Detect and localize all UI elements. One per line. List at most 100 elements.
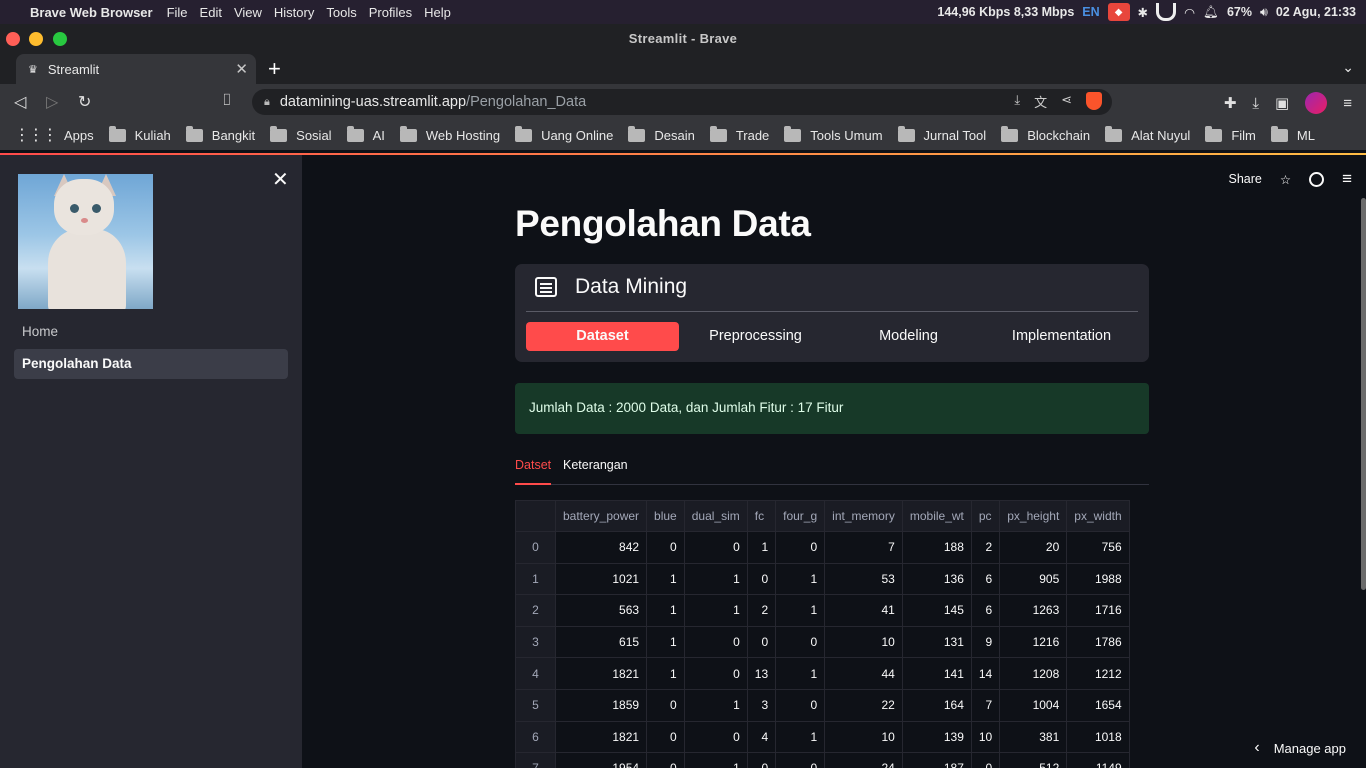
table-cell[interactable]: 1018 xyxy=(1066,720,1130,754)
table-cell[interactable]: 4 xyxy=(746,720,777,754)
nav-dataset[interactable]: Dataset xyxy=(526,322,679,351)
table-cell[interactable]: 1 xyxy=(775,720,826,754)
table-cell[interactable]: 10 xyxy=(970,720,1001,754)
table-cell[interactable]: 20 xyxy=(999,531,1068,564)
table-cell[interactable]: 10 xyxy=(824,625,903,659)
menu-profiles[interactable]: Profiles xyxy=(369,5,412,20)
sidebar-item-home[interactable]: Home xyxy=(14,317,288,347)
table-cell[interactable]: 0 xyxy=(746,752,777,768)
translate-icon[interactable]: 文 xyxy=(1034,92,1047,111)
menu-edit[interactable]: Edit xyxy=(200,5,222,20)
table-cell[interactable]: 0 xyxy=(775,625,826,659)
table-cell[interactable]: 0 xyxy=(775,688,826,722)
table-cell[interactable]: 53 xyxy=(824,562,903,596)
sidebar-item-pengolahan-data[interactable]: Pengolahan Data xyxy=(14,349,288,379)
bookmark-folder[interactable]: Kuliah xyxy=(108,125,171,143)
reload-icon[interactable]: ↻ xyxy=(78,92,91,112)
table-cell[interactable]: 1821 xyxy=(554,657,648,690)
column-header[interactable]: pc xyxy=(970,500,1001,532)
bookmark-page-icon[interactable]: ⌷ xyxy=(222,92,232,110)
close-sidebar-icon[interactable]: ✕ xyxy=(272,167,289,192)
column-header[interactable]: mobile_wt xyxy=(901,500,972,532)
table-cell[interactable]: 2 xyxy=(970,531,1001,564)
table-cell[interactable]: 1988 xyxy=(1066,562,1130,596)
table-row[interactable]: 5 1859 0 1 3 0 22 164 7 1004 1654 xyxy=(515,688,1130,722)
column-header[interactable] xyxy=(515,500,556,532)
table-cell[interactable]: 2 xyxy=(746,594,777,627)
table-cell[interactable]: 0 xyxy=(775,752,826,768)
close-tab-icon[interactable]: ✕ xyxy=(235,60,248,78)
sidebar-toggle-icon[interactable]: ▣ xyxy=(1275,94,1289,112)
table-row[interactable]: 3 615 1 0 0 0 10 131 9 1216 1786 xyxy=(515,625,1130,659)
column-header[interactable]: blue xyxy=(646,500,685,532)
table-cell[interactable]: 1 xyxy=(683,562,748,596)
bookmark-folder[interactable]: ML xyxy=(1270,125,1315,143)
forward-icon[interactable]: ▷ xyxy=(46,92,58,112)
column-header[interactable]: battery_power xyxy=(554,500,648,532)
tab-keterangan[interactable]: Keterangan xyxy=(563,458,628,485)
clock[interactable]: 02 Agu, 21:33 xyxy=(1276,5,1356,19)
main-menu-icon[interactable]: ≡ xyxy=(1342,169,1352,189)
bookmark-folder[interactable]: Jurnal Tool xyxy=(897,125,986,143)
table-cell[interactable]: 139 xyxy=(901,720,972,754)
bookmark-folder[interactable]: Film xyxy=(1205,125,1256,143)
table-cell[interactable]: 1 xyxy=(683,752,748,768)
row-index[interactable]: 4 xyxy=(515,657,556,690)
tab-datset[interactable]: Datset xyxy=(515,458,552,485)
menu-help[interactable]: Help xyxy=(424,5,451,20)
table-cell[interactable]: 14 xyxy=(970,657,1001,690)
table-cell[interactable]: 756 xyxy=(1066,531,1130,564)
table-cell[interactable]: 188 xyxy=(901,531,972,564)
row-index[interactable]: 3 xyxy=(515,625,556,659)
row-index[interactable]: 1 xyxy=(515,562,556,596)
table-row[interactable]: 4 1821 1 0 13 1 44 141 14 1208 1212 xyxy=(515,657,1130,690)
row-index[interactable]: 6 xyxy=(515,720,556,754)
table-cell[interactable]: 7 xyxy=(970,688,1001,722)
bookmark-folder[interactable]: AI xyxy=(346,125,385,143)
table-cell[interactable]: 1149 xyxy=(1066,752,1130,768)
table-cell[interactable]: 1208 xyxy=(999,657,1068,690)
row-index[interactable]: 2 xyxy=(515,594,556,627)
table-cell[interactable]: 1954 xyxy=(554,752,648,768)
battery-indicator[interactable]: 67% xyxy=(1227,5,1252,19)
table-cell[interactable]: 44 xyxy=(824,657,903,690)
column-header[interactable]: px_width xyxy=(1066,500,1130,532)
share-button[interactable]: Share xyxy=(1229,172,1262,186)
table-cell[interactable]: 6 xyxy=(970,594,1001,627)
table-cell[interactable]: 1 xyxy=(646,594,685,627)
notification-bell-icon[interactable]: 🔔︎ xyxy=(1203,5,1219,20)
bookmark-folder[interactable]: Trade xyxy=(709,125,769,143)
menu-history[interactable]: History xyxy=(274,5,314,20)
table-cell[interactable]: 1 xyxy=(646,657,685,690)
table-cell[interactable]: 1 xyxy=(683,594,748,627)
new-tab-button[interactable]: + xyxy=(268,56,281,82)
column-header[interactable]: int_memory xyxy=(824,500,903,532)
table-cell[interactable]: 1 xyxy=(775,562,826,596)
wifi-icon[interactable]: ◠ xyxy=(1184,5,1195,20)
column-header[interactable]: px_height xyxy=(999,500,1068,532)
extensions-icon[interactable]: ✚ xyxy=(1224,94,1237,112)
table-row[interactable]: 2 563 1 1 2 1 41 145 6 1263 1716 xyxy=(515,594,1130,627)
table-cell[interactable]: 381 xyxy=(999,720,1068,754)
table-cell[interactable]: 1786 xyxy=(1066,625,1130,659)
brave-shields-icon[interactable] xyxy=(1086,92,1102,110)
magnet-app-icon[interactable] xyxy=(1156,3,1177,21)
table-cell[interactable]: 905 xyxy=(999,562,1068,596)
bookmark-apps[interactable]: ⋮⋮⋮ Apps xyxy=(14,125,94,145)
table-cell[interactable]: 1 xyxy=(646,625,685,659)
table-cell[interactable]: 0 xyxy=(683,625,748,659)
downloads-icon[interactable]: ⤓ xyxy=(1252,95,1259,112)
bookmark-folder[interactable]: Alat Nuyul xyxy=(1105,125,1190,143)
table-row[interactable]: 6 1821 0 0 4 1 10 139 10 381 1018 xyxy=(515,720,1130,754)
bookmark-folder[interactable]: Web Hosting xyxy=(399,125,500,143)
bookmark-folder[interactable]: Uang Online xyxy=(515,125,613,143)
table-cell[interactable]: 1263 xyxy=(999,594,1068,627)
table-cell[interactable]: 1 xyxy=(683,688,748,722)
table-cell[interactable]: 0 xyxy=(746,625,777,659)
bookmark-folder[interactable]: Bangkit xyxy=(185,125,255,143)
table-cell[interactable]: 1 xyxy=(775,657,826,690)
table-row[interactable]: 1 1021 1 1 0 1 53 136 6 905 1988 xyxy=(515,562,1130,596)
table-cell[interactable]: 9 xyxy=(970,625,1001,659)
table-cell[interactable]: 145 xyxy=(901,594,972,627)
tab-search-chevron-icon[interactable]: ⌄ xyxy=(1342,59,1354,76)
